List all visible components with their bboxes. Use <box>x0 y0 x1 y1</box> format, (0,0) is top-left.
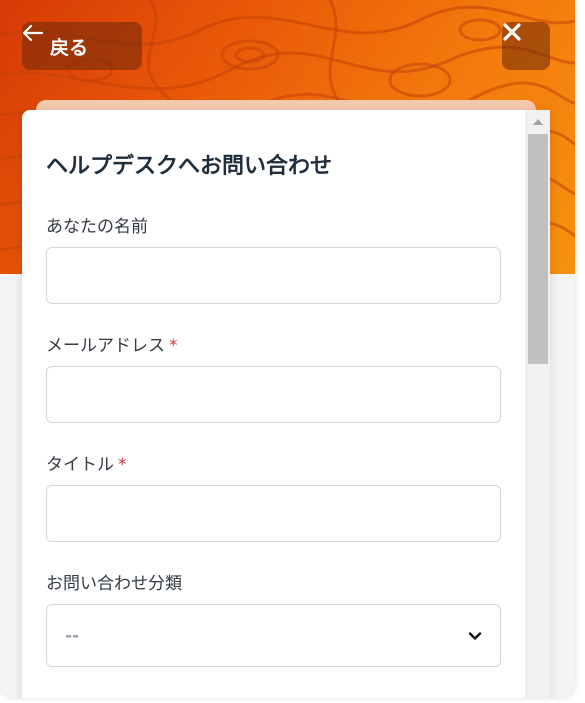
close-icon <box>503 23 521 41</box>
title-label-text: タイトル <box>46 455 114 475</box>
contact-form-card: ヘルプデスクへお問い合わせ あなたの名前 メールアドレス * タイトル * お問い合… <box>22 110 550 698</box>
arrow-left-icon <box>22 24 44 42</box>
scroll-thumb[interactable] <box>528 134 548 364</box>
name-label: あなたの名前 <box>46 212 148 237</box>
chevron-down-icon <box>468 631 482 640</box>
category-selected-value: -- <box>65 625 80 646</box>
name-label-text: あなたの名前 <box>46 217 148 237</box>
required-marker: * <box>118 455 127 475</box>
email-label: メールアドレス * <box>46 331 178 356</box>
name-input[interactable] <box>46 247 501 304</box>
helpdesk-widget: 戻る ヘルプデスクへお問い合わせ あなたの名前 メールアドレス* タイトル* <box>0 0 575 698</box>
title-input[interactable] <box>46 485 501 542</box>
form-title: ヘルプデスクへお問い合わせ <box>46 154 333 179</box>
email-label-text: メールアドレス <box>46 336 165 356</box>
vertical-scrollbar[interactable] <box>525 110 550 698</box>
category-label-text: お問い合わせ分類 <box>46 574 182 594</box>
back-button-label: 戻る <box>50 36 89 59</box>
close-button[interactable] <box>502 22 550 70</box>
scroll-up-button[interactable] <box>525 110 550 134</box>
category-select[interactable]: -- <box>46 604 501 667</box>
required-marker: * <box>169 336 178 356</box>
scroll-up-arrow-icon <box>532 119 543 125</box>
title-label: タイトル * <box>46 450 127 475</box>
email-input[interactable] <box>46 366 501 423</box>
back-button[interactable]: 戻る <box>22 22 142 70</box>
category-label: お問い合わせ分類 <box>46 569 182 594</box>
